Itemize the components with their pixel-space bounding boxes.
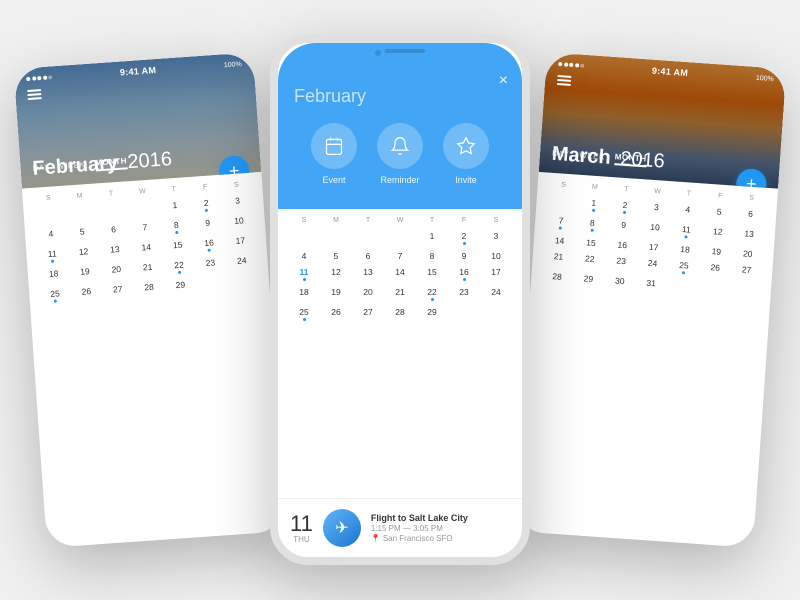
center-notch: [278, 43, 522, 58]
center-phone: × February Event: [270, 35, 530, 565]
event-info: Flight to Salt Lake City 1:15 PM — 3:05 …: [371, 513, 510, 543]
location-pin-icon: 📍: [371, 534, 381, 543]
event-button[interactable]: Event: [311, 123, 357, 185]
right-tab-day[interactable]: DAY: [552, 149, 570, 161]
center-cal-header: S M T W T F S: [288, 217, 512, 224]
invite-label: Invite: [455, 175, 477, 185]
action-header: × February Event: [278, 58, 522, 209]
right-tab-week[interactable]: WEEK: [579, 151, 605, 164]
left-cal-body: S M T W T F S 1 2 3 4 5 6 7: [22, 172, 287, 548]
left-tab-day[interactable]: DAY: [32, 163, 50, 175]
right-hero: 9:41 AM 100% March 2016 DAY WEEK MONTH +: [539, 52, 787, 188]
right-menu-button[interactable]: [557, 75, 572, 85]
left-tab-month[interactable]: MONTH: [95, 156, 128, 171]
left-menu-button[interactable]: [27, 89, 42, 99]
right-phone: 9:41 AM 100% March 2016 DAY WEEK MONTH +: [514, 52, 787, 548]
right-cal-grid: 1 2 3 4 5 6 7 8 9 10 11 12 13 14 15 16 1…: [541, 192, 767, 299]
left-battery: 100%: [224, 61, 242, 69]
event-label: Event: [322, 175, 345, 185]
event-location: 📍 San Francisco SFO: [371, 534, 510, 543]
center-cal-body: S M T W T F S 1 2 3 4 5 6 7: [278, 209, 522, 498]
center-month-label: February: [294, 86, 506, 107]
event-time: 1:15 PM — 3:05 PM: [371, 524, 510, 533]
invite-icon: [443, 123, 489, 169]
reminder-button[interactable]: Reminder: [377, 123, 423, 185]
front-camera-icon: [375, 50, 381, 56]
airplane-icon: ✈: [323, 509, 361, 547]
left-tab-week[interactable]: WEEK: [60, 160, 86, 173]
event-date-block: 11 Thu: [290, 513, 313, 544]
close-button[interactable]: ×: [499, 72, 508, 90]
event-date-day: Thu: [290, 535, 313, 544]
action-buttons: Event Reminder: [294, 123, 506, 185]
event-date-number: 11: [290, 513, 313, 535]
center-cal-grid: 1 2 3 4 5 6 7 8 9 10 11 12 13 14 15 16: [288, 228, 512, 324]
speaker-icon: [385, 49, 425, 53]
event-title: Flight to Salt Lake City: [371, 513, 510, 523]
left-hero: 9:41 AM 100% February 2016 DAY WEEK MO: [14, 52, 262, 188]
right-tab-month[interactable]: MONTH: [614, 152, 647, 167]
left-cal-grid: 1 2 3 4 5 6 7 8 9 10 11 12 13 14 15 16 1…: [33, 192, 259, 307]
reminder-label: Reminder: [380, 175, 419, 185]
event-thumbnail: ✈: [323, 509, 361, 547]
event-icon: [311, 123, 357, 169]
event-card[interactable]: 11 Thu ✈ Flight to Salt Lake City 1:15 P…: [278, 498, 522, 557]
right-battery: 100%: [756, 74, 774, 82]
left-phone: 9:41 AM 100% February 2016 DAY WEEK MO: [14, 52, 287, 548]
reminder-icon: [377, 123, 423, 169]
right-cal-body: S M T W T F S 1 2 3 4 5 6 7 8 9: [514, 172, 779, 548]
invite-button[interactable]: Invite: [443, 123, 489, 185]
